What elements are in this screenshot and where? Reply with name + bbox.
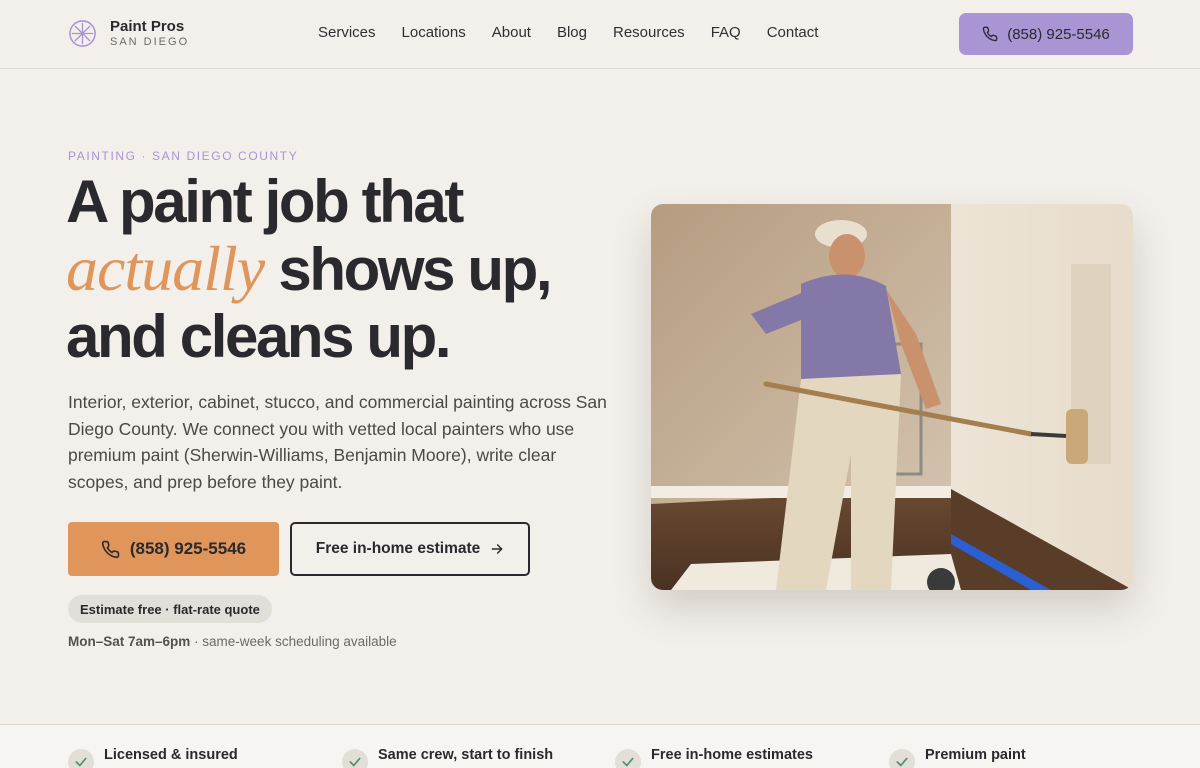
- hero-description: Interior, exterior, cabinet, stucco, and…: [68, 392, 607, 492]
- feature-title: Premium paint: [925, 747, 1026, 763]
- site-header: Paint Pros SAN DIEGO Services Locations …: [0, 0, 1200, 69]
- feature-strip: Licensed & insured Same crew, start to f…: [0, 724, 1200, 768]
- check-icon: [615, 749, 641, 768]
- headline-line-1: A paint job that: [66, 168, 464, 235]
- hero-headline: A paint job that actually shows up, and …: [66, 168, 626, 370]
- hours-note: · same-week scheduling available: [190, 634, 397, 649]
- header-call-button[interactable]: (858) 925-5546: [959, 13, 1133, 55]
- feature-same-crew: Same crew, start to finish: [342, 741, 553, 768]
- feature-title: Free in-home estimates: [651, 747, 813, 763]
- free-estimate-button[interactable]: Free in-home estimate: [290, 522, 530, 576]
- phone-icon: [101, 540, 120, 558]
- hours-days: Mon–Sat 7am–6pm: [68, 634, 191, 649]
- arrow-right-icon: [491, 544, 503, 554]
- painter-photo: [651, 204, 1133, 590]
- nav-faq[interactable]: FAQ: [711, 24, 741, 41]
- header-phone-number: (858) 925-5546: [1007, 25, 1110, 43]
- feature-licensed: Licensed & insured: [68, 741, 238, 768]
- call-button-label: (858) 925-5546: [129, 539, 247, 558]
- nav-about[interactable]: About: [492, 24, 531, 41]
- check-icon: [889, 749, 915, 768]
- check-icon: [68, 749, 94, 768]
- brand-name: Paint Pros: [110, 18, 185, 35]
- feature-premium-paint: Premium paint: [889, 741, 1026, 768]
- headline-accent-word: actually: [66, 233, 265, 304]
- feature-title: Licensed & insured: [104, 747, 238, 763]
- nav-services[interactable]: Services: [318, 24, 376, 41]
- main-nav: Services Locations About Blog Resources …: [318, 24, 818, 41]
- nav-contact[interactable]: Contact: [767, 24, 819, 41]
- brand-subtitle: SAN DIEGO: [110, 36, 190, 48]
- painter-illustration: [651, 204, 1133, 590]
- estimate-badge: Estimate free · flat-rate quote: [68, 595, 272, 623]
- check-icon: [342, 749, 368, 768]
- brand-logo-link[interactable]: Paint Pros SAN DIEGO: [68, 18, 189, 49]
- business-hours: Mon–Sat 7am–6pm · same-week scheduling a…: [68, 634, 397, 649]
- estimate-button-label: Free in-home estimate: [315, 540, 481, 557]
- nav-locations[interactable]: Locations: [402, 24, 466, 41]
- nav-resources[interactable]: Resources: [613, 24, 685, 41]
- headline-line-3: and cleans up.: [66, 303, 452, 370]
- compass-star-icon: [69, 20, 96, 47]
- hero-eyebrow: PAINTING · SAN DIEGO COUNTY: [68, 149, 299, 163]
- feature-title: Same crew, start to finish: [378, 747, 554, 763]
- feature-free-estimates: Free in-home estimates: [615, 741, 813, 768]
- nav-blog[interactable]: Blog: [557, 24, 587, 41]
- phone-icon: [982, 26, 998, 42]
- call-now-button[interactable]: (858) 925-5546: [68, 522, 279, 576]
- headline-line-2: shows up,: [264, 236, 552, 303]
